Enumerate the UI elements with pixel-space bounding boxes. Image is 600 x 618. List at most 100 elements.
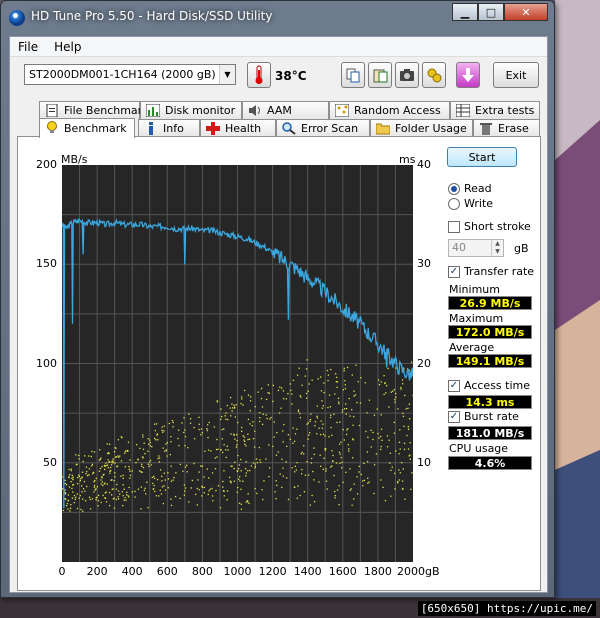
short-stroke-input[interactable]: 40 ▲ ▼ [448, 239, 504, 257]
screenshot-button[interactable] [395, 62, 419, 88]
access-time-point [206, 428, 208, 430]
access-time-point [281, 486, 283, 489]
access-time-point [317, 378, 319, 380]
access-time-point [121, 437, 123, 439]
access-time-point [112, 462, 114, 464]
access-time-point [147, 506, 149, 509]
transfer-rate-checkbox[interactable]: ✓ [448, 266, 460, 278]
tab-aam[interactable]: AAM [242, 101, 329, 119]
access-time-point [329, 466, 332, 468]
access-time-point [66, 484, 68, 486]
access-time-point [211, 495, 214, 497]
access-time-point [111, 494, 113, 496]
tab-erase[interactable]: Erase [473, 119, 540, 137]
access-time-point [330, 368, 332, 371]
access-time-point [254, 430, 256, 432]
access-time-point [82, 488, 85, 490]
menu-file[interactable]: File [18, 40, 38, 54]
access-time-point [170, 480, 173, 482]
access-time-point [170, 504, 173, 507]
access-time-point [108, 504, 111, 507]
access-time-point [299, 394, 301, 397]
access-time-point [339, 421, 341, 423]
access-time-point [329, 416, 332, 419]
access-time-point [409, 454, 411, 456]
close-button[interactable]: ✕ [504, 3, 548, 21]
menu-help[interactable]: Help [54, 40, 81, 54]
start-button[interactable]: Start [447, 147, 517, 167]
access-time-point [322, 433, 325, 435]
tab-benchmark[interactable]: Benchmark [39, 118, 135, 138]
access-time-point [240, 396, 243, 398]
access-time-point [345, 407, 348, 410]
access-time-point [294, 486, 296, 488]
access-time-point [146, 481, 148, 483]
write-radio[interactable] [448, 198, 460, 210]
access-time-point [154, 437, 156, 440]
tab-health[interactable]: Health [200, 119, 276, 137]
short-stroke-checkbox[interactable] [448, 221, 460, 233]
access-time-point [301, 468, 303, 471]
access-time-point [380, 435, 382, 438]
access-time-point [342, 389, 345, 391]
access-time-point [356, 493, 359, 495]
tab-folder-usage[interactable]: Folder Usage [370, 119, 473, 137]
access-time-point [247, 394, 250, 396]
burst-rate-checkbox[interactable]: ✓ [448, 411, 460, 423]
access-time-point [409, 458, 411, 460]
save-button[interactable] [456, 62, 480, 88]
access-time-point [64, 482, 67, 485]
access-time-point [394, 488, 396, 490]
tab-random-access[interactable]: Random Access [329, 101, 450, 119]
access-time-point [405, 408, 407, 410]
minimize-button[interactable]: ▁ [452, 3, 478, 21]
access-time-point [349, 415, 351, 417]
access-time-point [198, 471, 200, 473]
access-time-point [327, 379, 329, 382]
access-time-point [81, 491, 83, 493]
tab-info[interactable]: Info [138, 119, 200, 137]
access-time-point [76, 482, 79, 485]
access-time-point [277, 389, 280, 392]
copy-info-button[interactable] [341, 62, 365, 88]
maximize-button[interactable]: □ [478, 3, 504, 21]
x-tick-label: 200 [86, 565, 108, 578]
access-time-point [266, 417, 268, 420]
access-time-checkbox[interactable]: ✓ [448, 380, 460, 392]
x-tick-label: 400 [121, 565, 143, 578]
cpu-usage-value: 4.6% [448, 456, 532, 470]
exit-button[interactable]: Exit [493, 62, 539, 88]
options-button[interactable] [422, 62, 446, 88]
x-tick-label: 1200 [258, 565, 287, 578]
access-time-point [276, 431, 278, 434]
access-time-point [149, 445, 151, 447]
access-time-point [282, 467, 284, 469]
access-time-point [275, 454, 278, 456]
access-time-point [345, 433, 348, 436]
access-time-point [163, 430, 165, 432]
temperature-button[interactable] [247, 62, 271, 88]
access-time-point [64, 493, 66, 495]
read-radio[interactable] [448, 183, 460, 195]
access-time-point [203, 476, 205, 478]
access-time-point [114, 462, 116, 464]
copy-text-button[interactable] [368, 62, 392, 88]
access-time-point [390, 391, 393, 393]
access-time-point [237, 468, 240, 470]
access-time-point [122, 495, 124, 497]
access-time-point [88, 455, 90, 457]
access-time-point [258, 446, 261, 449]
tab-extra-tests[interactable]: Extra tests [450, 101, 540, 119]
tab-file-benchmark[interactable]: File Benchmark [39, 101, 149, 119]
tab-disk-monitor[interactable]: Disk monitor [140, 101, 242, 119]
access-time-point [70, 504, 72, 506]
toolbar: ST2000DM001-1CH164 (2000 gB) ▼ 38°C Exit [10, 59, 547, 95]
access-time-point [362, 485, 364, 487]
tab-error-scan[interactable]: Error Scan [276, 119, 370, 137]
access-time-point [321, 407, 324, 409]
access-time-point [193, 438, 196, 440]
drive-select[interactable]: ST2000DM001-1CH164 (2000 gB) ▼ [24, 64, 236, 85]
access-time-point [120, 475, 122, 477]
access-time-point [117, 490, 120, 492]
access-time-point [170, 465, 172, 467]
